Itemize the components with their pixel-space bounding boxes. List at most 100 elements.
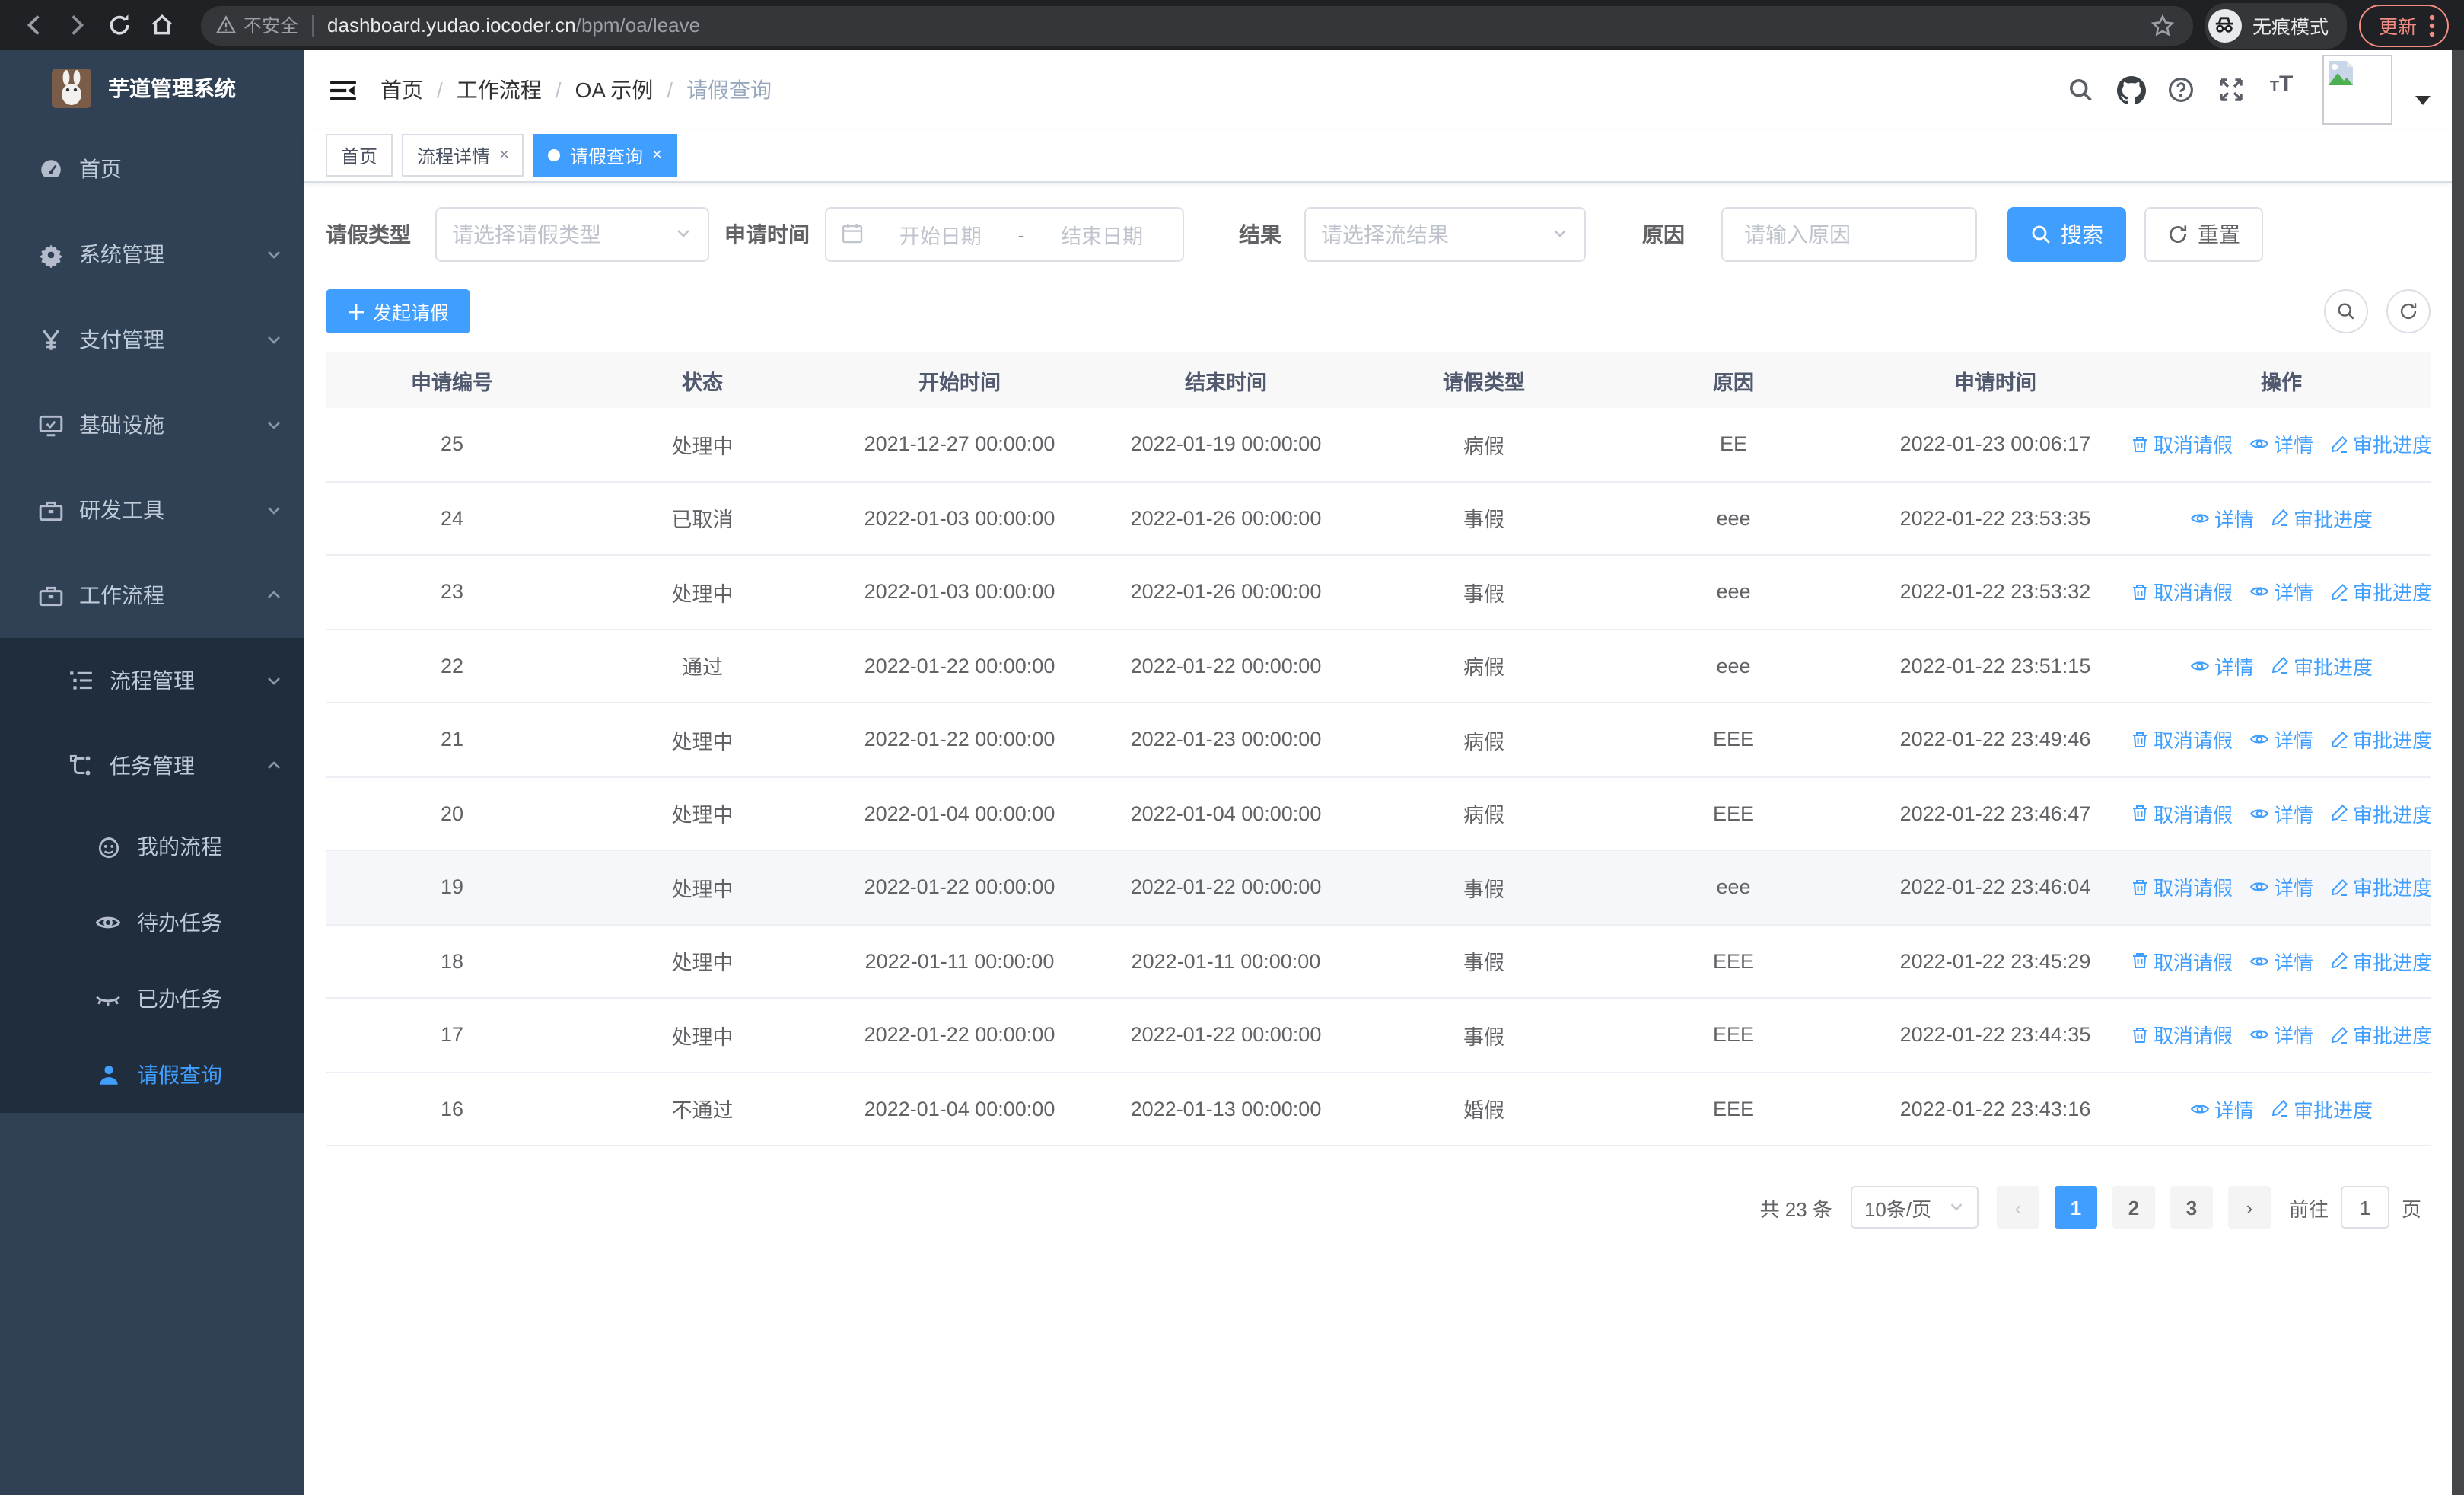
cancel-leave-link[interactable]: 取消请假 — [2131, 947, 2233, 976]
breadcrumb-home[interactable]: 首页 — [380, 75, 423, 105]
sidebar-item-my-process[interactable]: 我的流程 — [0, 808, 304, 885]
approval-progress-link[interactable]: 审批进度 — [2330, 873, 2432, 902]
detail-link[interactable]: 详情 — [2249, 873, 2313, 902]
cell-id: 17 — [440, 1023, 464, 1047]
cancel-leave-link[interactable]: 取消请假 — [2131, 799, 2233, 828]
sidebar-item-task-management[interactable]: 任务管理 — [0, 723, 304, 808]
github-icon[interactable] — [2112, 72, 2149, 108]
sidebar-item-process-management[interactable]: 流程管理 — [0, 638, 304, 723]
browser-forward-icon[interactable] — [61, 10, 91, 40]
avatar-dropdown-caret[interactable] — [2415, 96, 2431, 105]
fullscreen-icon[interactable] — [2213, 72, 2249, 108]
approval-progress-link[interactable]: 审批进度 — [2271, 504, 2373, 533]
cancel-leave-link[interactable]: 取消请假 — [2131, 578, 2233, 607]
help-icon[interactable] — [2163, 72, 2199, 108]
cell-id: 21 — [440, 728, 464, 751]
scrollbar[interactable] — [2452, 50, 2464, 1495]
detail-link[interactable]: 详情 — [2249, 947, 2313, 976]
approval-progress-link[interactable]: 审批进度 — [2330, 1021, 2432, 1050]
close-icon[interactable]: × — [499, 146, 509, 164]
create-leave-button[interactable]: 发起请假 — [326, 289, 471, 333]
address-bar[interactable]: 不安全 dashboard.yudao.iocoder.cn/bpm/oa/le… — [201, 5, 2193, 45]
detail-link[interactable]: 详情 — [2190, 1095, 2254, 1124]
sidebar-item-home[interactable]: 首页 — [0, 126, 304, 212]
plus-icon — [349, 304, 364, 319]
tab-process-detail[interactable]: 流程详情 × — [402, 134, 524, 177]
detail-link[interactable]: 详情 — [2190, 504, 2254, 533]
browser-back-icon[interactable] — [18, 10, 49, 40]
eye-closed-icon — [94, 985, 122, 1012]
cancel-leave-link[interactable]: 取消请假 — [2131, 873, 2233, 902]
cell-end-time: 2022-01-19 00:00:00 — [1130, 432, 1322, 456]
apply-time-label: 申请时间 — [724, 222, 810, 247]
header-search-icon[interactable] — [2062, 72, 2099, 108]
detail-link[interactable]: 详情 — [2249, 799, 2313, 828]
detail-link[interactable]: 详情 — [2249, 430, 2313, 459]
bookmark-star-icon[interactable] — [2147, 10, 2178, 40]
cell-apply-time: 2022-01-22 23:53:32 — [1899, 580, 2091, 604]
approval-progress-link[interactable]: 审批进度 — [2271, 1095, 2373, 1124]
close-icon[interactable]: × — [652, 146, 662, 164]
cell-reason: eee — [1716, 654, 1751, 677]
toggle-search-button[interactable] — [2324, 289, 2368, 333]
refresh-table-button[interactable] — [2386, 289, 2431, 333]
person-icon — [94, 1061, 122, 1089]
page-size-select[interactable]: 10条/页 — [1850, 1186, 1979, 1229]
sidebar-item-workflow[interactable]: 工作流程 — [0, 553, 304, 638]
detail-link[interactable]: 详情 — [2249, 578, 2313, 607]
reset-button[interactable]: 重置 — [2144, 207, 2263, 262]
cell-reason: EEE — [1712, 1097, 1754, 1120]
cell-status: 处理中 — [671, 582, 734, 606]
security-indicator[interactable]: 不安全 — [216, 12, 298, 38]
search-button[interactable]: 搜索 — [2007, 207, 2126, 262]
sidebar-item-leave-query[interactable]: 请假查询 — [0, 1037, 304, 1113]
pen-icon — [2271, 1100, 2289, 1117]
next-page-button[interactable]: › — [2227, 1186, 2271, 1229]
cancel-leave-link[interactable]: 取消请假 — [2131, 725, 2233, 754]
breadcrumb-workflow[interactable]: 工作流程 — [457, 75, 542, 105]
page-button-3[interactable]: 3 — [2170, 1186, 2213, 1229]
approval-progress-link[interactable]: 审批进度 — [2271, 652, 2373, 681]
detail-link[interactable]: 详情 — [2249, 725, 2313, 754]
reason-input[interactable] — [1741, 221, 1957, 248]
approval-progress-link[interactable]: 审批进度 — [2330, 578, 2432, 607]
incognito-icon — [2208, 8, 2242, 42]
cell-leave-type: 病假 — [1463, 730, 1504, 754]
sidebar-item-todo-tasks[interactable]: 待办任务 — [0, 885, 304, 961]
goto-page-input[interactable] — [2340, 1186, 2389, 1229]
result-select[interactable]: 请选择流结果 — [1304, 207, 1586, 262]
browser-reload-icon[interactable] — [103, 10, 134, 40]
browser-update-button[interactable]: 更新 — [2358, 4, 2449, 46]
sidebar-item-devtools[interactable]: 研发工具 — [0, 467, 304, 553]
detail-link[interactable]: 详情 — [2190, 652, 2254, 681]
apply-time-range-picker[interactable]: 开始日期 - 结束日期 — [825, 207, 1184, 262]
approval-progress-link[interactable]: 审批进度 — [2330, 430, 2432, 459]
sidebar-item-infrastructure[interactable]: 基础设施 — [0, 382, 304, 467]
detail-link[interactable]: 详情 — [2249, 1021, 2313, 1050]
app-logo[interactable]: 芋道管理系统 — [0, 50, 304, 126]
user-avatar[interactable] — [2322, 55, 2392, 125]
approval-progress-link[interactable]: 审批进度 — [2330, 725, 2432, 754]
cancel-leave-link[interactable]: 取消请假 — [2131, 1021, 2233, 1050]
leave-type-select[interactable]: 请选择请假类型 — [435, 207, 709, 262]
page-button-2[interactable]: 2 — [2112, 1186, 2155, 1229]
approval-progress-link[interactable]: 审批进度 — [2330, 799, 2432, 828]
sidebar-item-done-tasks[interactable]: 已办任务 — [0, 961, 304, 1037]
approval-progress-link[interactable]: 审批进度 — [2330, 947, 2432, 976]
face-icon — [94, 833, 122, 860]
menu-dots-icon[interactable] — [2429, 13, 2435, 37]
sidebar-fold-icon[interactable] — [326, 73, 359, 107]
cancel-leave-link[interactable]: 取消请假 — [2131, 430, 2233, 459]
tab-leave-query[interactable]: 请假查询 × — [533, 134, 677, 177]
tab-home[interactable]: 首页 — [326, 134, 393, 177]
prev-page-button[interactable]: ‹ — [1996, 1186, 2039, 1229]
cell-status: 处理中 — [671, 952, 734, 975]
breadcrumb-oa-example[interactable]: OA 示例 — [575, 75, 654, 105]
font-size-icon[interactable]: TT — [2263, 72, 2300, 108]
sidebar-item-system[interactable]: 系统管理 — [0, 212, 304, 297]
browser-home-icon[interactable] — [146, 10, 177, 40]
sidebar-item-payment[interactable]: 支付管理 — [0, 297, 304, 382]
url-text[interactable]: dashboard.yudao.iocoder.cn/bpm/oa/leave — [327, 14, 2147, 37]
page-button-1[interactable]: 1 — [2054, 1186, 2097, 1229]
cell-actions: 取消请假 详情 审批进度 — [2131, 725, 2432, 754]
